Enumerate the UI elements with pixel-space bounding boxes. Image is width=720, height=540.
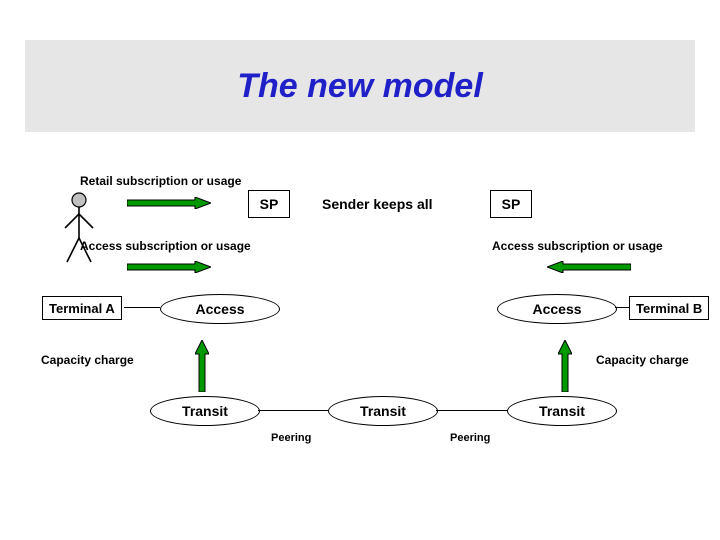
access2-label: Access (532, 301, 581, 317)
access-oval-1: Access (160, 294, 280, 324)
capacity-left-arrow-icon (195, 340, 209, 392)
capacity-right-arrow-icon (558, 340, 572, 392)
terminal-a-box: Terminal A (42, 296, 122, 320)
connector-a2-tb (615, 307, 629, 308)
terminal-b-box: Terminal B (629, 296, 709, 320)
terminal-b-label: Terminal B (636, 301, 702, 316)
transit2-label: Transit (360, 403, 406, 419)
capacity-left-label: Capacity charge (41, 353, 134, 367)
connector-t2-t3 (436, 410, 507, 411)
transit-oval-2: Transit (328, 396, 438, 426)
page-title: The new model (237, 67, 483, 106)
access-sub-right-label: Access subscription or usage (492, 239, 663, 253)
access-sub-left-label: Access subscription or usage (80, 239, 251, 253)
retail-arrow-icon (127, 197, 211, 209)
terminal-a-label: Terminal A (49, 301, 115, 316)
transit3-label: Transit (539, 403, 585, 419)
capacity-right-label: Capacity charge (596, 353, 689, 367)
retail-label: Retail subscription or usage (80, 174, 241, 188)
sp-box-2: SP (490, 190, 532, 218)
connector-ta-a1 (124, 307, 160, 308)
user-icon (63, 192, 95, 266)
sender-keeps-text: Sender keeps all (322, 196, 433, 212)
peering-2-label: Peering (450, 432, 490, 444)
connector-t1-t2 (258, 410, 328, 411)
access-oval-2: Access (497, 294, 617, 324)
title-container: The new model (25, 40, 695, 132)
access-right-arrow-icon (547, 261, 631, 273)
transit-oval-3: Transit (507, 396, 617, 426)
access1-label: Access (195, 301, 244, 317)
access-left-arrow-icon (127, 261, 211, 273)
sp-box-1: SP (248, 190, 290, 218)
sp1-label: SP (260, 196, 279, 212)
sp2-label: SP (502, 196, 521, 212)
peering-1-label: Peering (271, 432, 311, 444)
transit1-label: Transit (182, 403, 228, 419)
transit-oval-1: Transit (150, 396, 260, 426)
